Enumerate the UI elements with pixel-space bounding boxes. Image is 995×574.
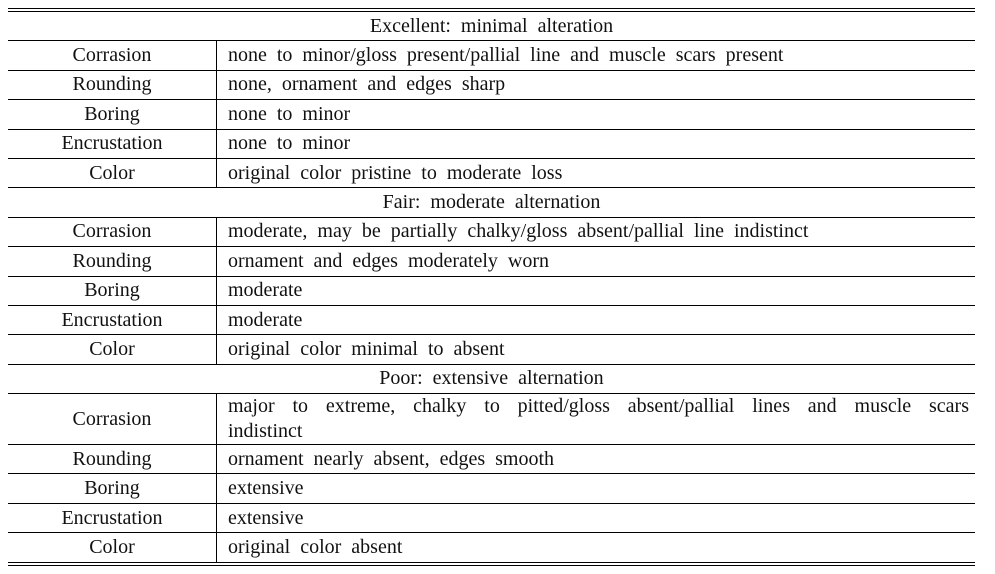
section-header-row: Fair: moderate alternation <box>8 187 975 218</box>
criterion-cell: Corrasion <box>8 40 217 71</box>
description-cell: extensive <box>216 473 975 504</box>
criterion-cell: Color <box>8 532 217 564</box>
criterion-cell: Color <box>8 334 217 365</box>
criterion-cell: Encrustation <box>8 128 217 159</box>
table-row: Color original color minimal to absent <box>8 334 975 365</box>
table-row: Encrustation extensive <box>8 502 975 533</box>
criterion-cell: Corrasion <box>8 216 217 247</box>
table-row: Color original color absent <box>8 532 975 564</box>
description-cell: major to extreme, chalky to pitted/gloss… <box>216 393 975 445</box>
table-row: Rounding none, ornament and edges sharp <box>8 69 975 100</box>
section-header-row: Excellent: minimal alteration <box>8 10 975 41</box>
criterion-cell: Boring <box>8 99 217 130</box>
description-cell: extensive <box>216 502 975 533</box>
table-row: Corrasion major to extreme, chalky to pit… <box>8 393 975 445</box>
criterion-cell: Rounding <box>8 444 217 474</box>
section-title: Fair: moderate alternation <box>8 187 975 218</box>
criterion-cell: Encrustation <box>8 502 217 533</box>
description-cell: none to minor <box>216 99 975 130</box>
description-cell: ornament nearly absent, edges smooth <box>216 444 975 474</box>
table-row: Encrustation moderate <box>8 304 975 335</box>
description-cell: ornament and edges moderately worn <box>216 246 975 277</box>
criterion-cell: Boring <box>8 473 217 504</box>
table-row: Corrasion none to minor/gloss present/pal… <box>8 40 975 71</box>
description-cell: none, ornament and edges sharp <box>216 69 975 100</box>
criterion-cell: Encrustation <box>8 304 217 335</box>
criterion-cell: Color <box>8 157 217 188</box>
taphonomic-grade-table: Excellent: minimal alteration Corrasion no… <box>8 8 975 566</box>
description-cell: none to minor <box>216 128 975 159</box>
table-row: Color original color pristine to moderate… <box>8 157 975 188</box>
criterion-cell: Rounding <box>8 69 217 100</box>
table-row: Corrasion moderate, may be partially chal… <box>8 216 975 247</box>
table-row: Encrustation none to minor <box>8 128 975 159</box>
criterion-cell: Corrasion <box>8 393 217 445</box>
table-row: Boring moderate <box>8 275 975 306</box>
description-cell: moderate, may be partially chalky/gloss … <box>216 216 975 247</box>
description-cell: original color pristine to moderate loss <box>216 157 975 188</box>
description-cell: original color minimal to absent <box>216 334 975 365</box>
section-title: Poor: extensive alternation <box>8 363 975 394</box>
description-cell: moderate <box>216 275 975 306</box>
table-row: Rounding ornament and edges moderately wo… <box>8 246 975 277</box>
description-cell: none to minor/gloss present/pallial line… <box>216 40 975 71</box>
table-row: Boring none to minor <box>8 99 975 130</box>
description-cell: original color absent <box>216 532 975 564</box>
section-title: Excellent: minimal alteration <box>369 14 614 37</box>
criterion-cell: Boring <box>8 275 217 306</box>
criterion-cell: Rounding <box>8 246 217 277</box>
table-row: Boring extensive <box>8 473 975 504</box>
table-row: Rounding ornament nearly absent, edges sm… <box>8 444 975 474</box>
section-header-row: Poor: extensive alternation <box>8 363 975 394</box>
description-cell: moderate <box>216 304 975 335</box>
